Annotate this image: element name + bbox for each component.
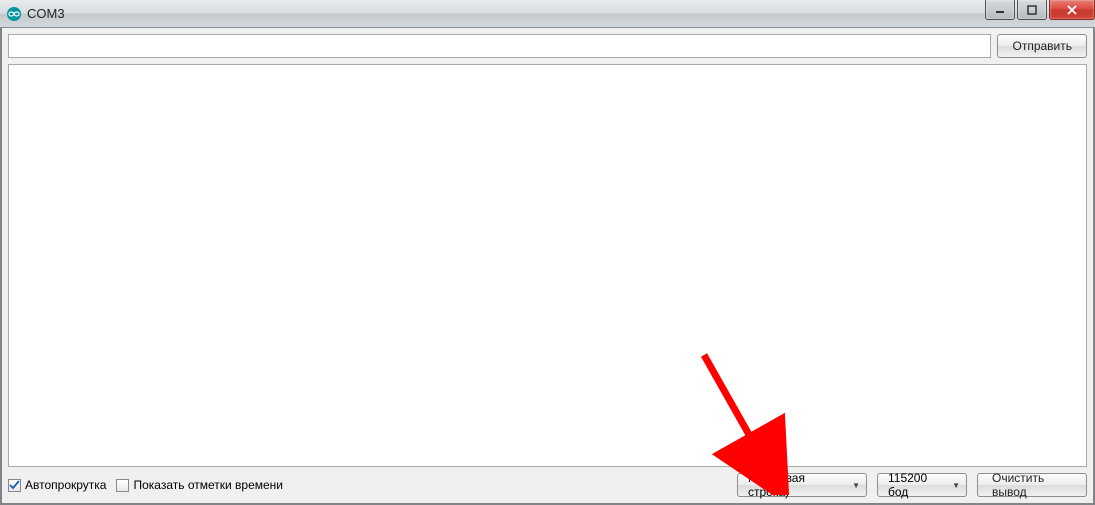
close-button[interactable] bbox=[1049, 0, 1095, 20]
title-bar-left: COM3 bbox=[6, 6, 65, 22]
serial-input[interactable] bbox=[8, 34, 991, 58]
title-bar: COM3 bbox=[0, 0, 1095, 28]
chevron-down-icon: ▼ bbox=[952, 481, 960, 490]
checkbox-icon bbox=[8, 479, 21, 492]
line-ending-select[interactable]: NL (Новая строка) ▼ bbox=[737, 473, 867, 497]
client-area: Отправить Автопрокрутка Показать отметки… bbox=[0, 28, 1095, 505]
autoscroll-checkbox[interactable]: Автопрокрутка bbox=[8, 478, 106, 492]
status-bar: Автопрокрутка Показать отметки времени N… bbox=[8, 473, 1087, 497]
maximize-button[interactable] bbox=[1017, 0, 1047, 20]
baud-rate-value: 115200 бод bbox=[888, 471, 940, 499]
serial-output[interactable] bbox=[8, 64, 1087, 467]
line-ending-value: NL (Новая строка) bbox=[748, 471, 840, 499]
send-button[interactable]: Отправить bbox=[997, 34, 1087, 58]
timestamp-label: Показать отметки времени bbox=[133, 478, 283, 492]
timestamp-checkbox[interactable]: Показать отметки времени bbox=[116, 478, 283, 492]
window-title: COM3 bbox=[27, 6, 65, 21]
arduino-icon bbox=[6, 6, 22, 22]
send-row: Отправить bbox=[8, 34, 1087, 58]
minimize-button[interactable] bbox=[985, 0, 1015, 20]
autoscroll-label: Автопрокрутка bbox=[25, 478, 106, 492]
clear-output-button[interactable]: Очистить вывод bbox=[977, 473, 1087, 497]
chevron-down-icon: ▼ bbox=[852, 481, 860, 490]
baud-rate-select[interactable]: 115200 бод ▼ bbox=[877, 473, 967, 497]
checkbox-icon bbox=[116, 479, 129, 492]
window-controls bbox=[985, 0, 1095, 27]
